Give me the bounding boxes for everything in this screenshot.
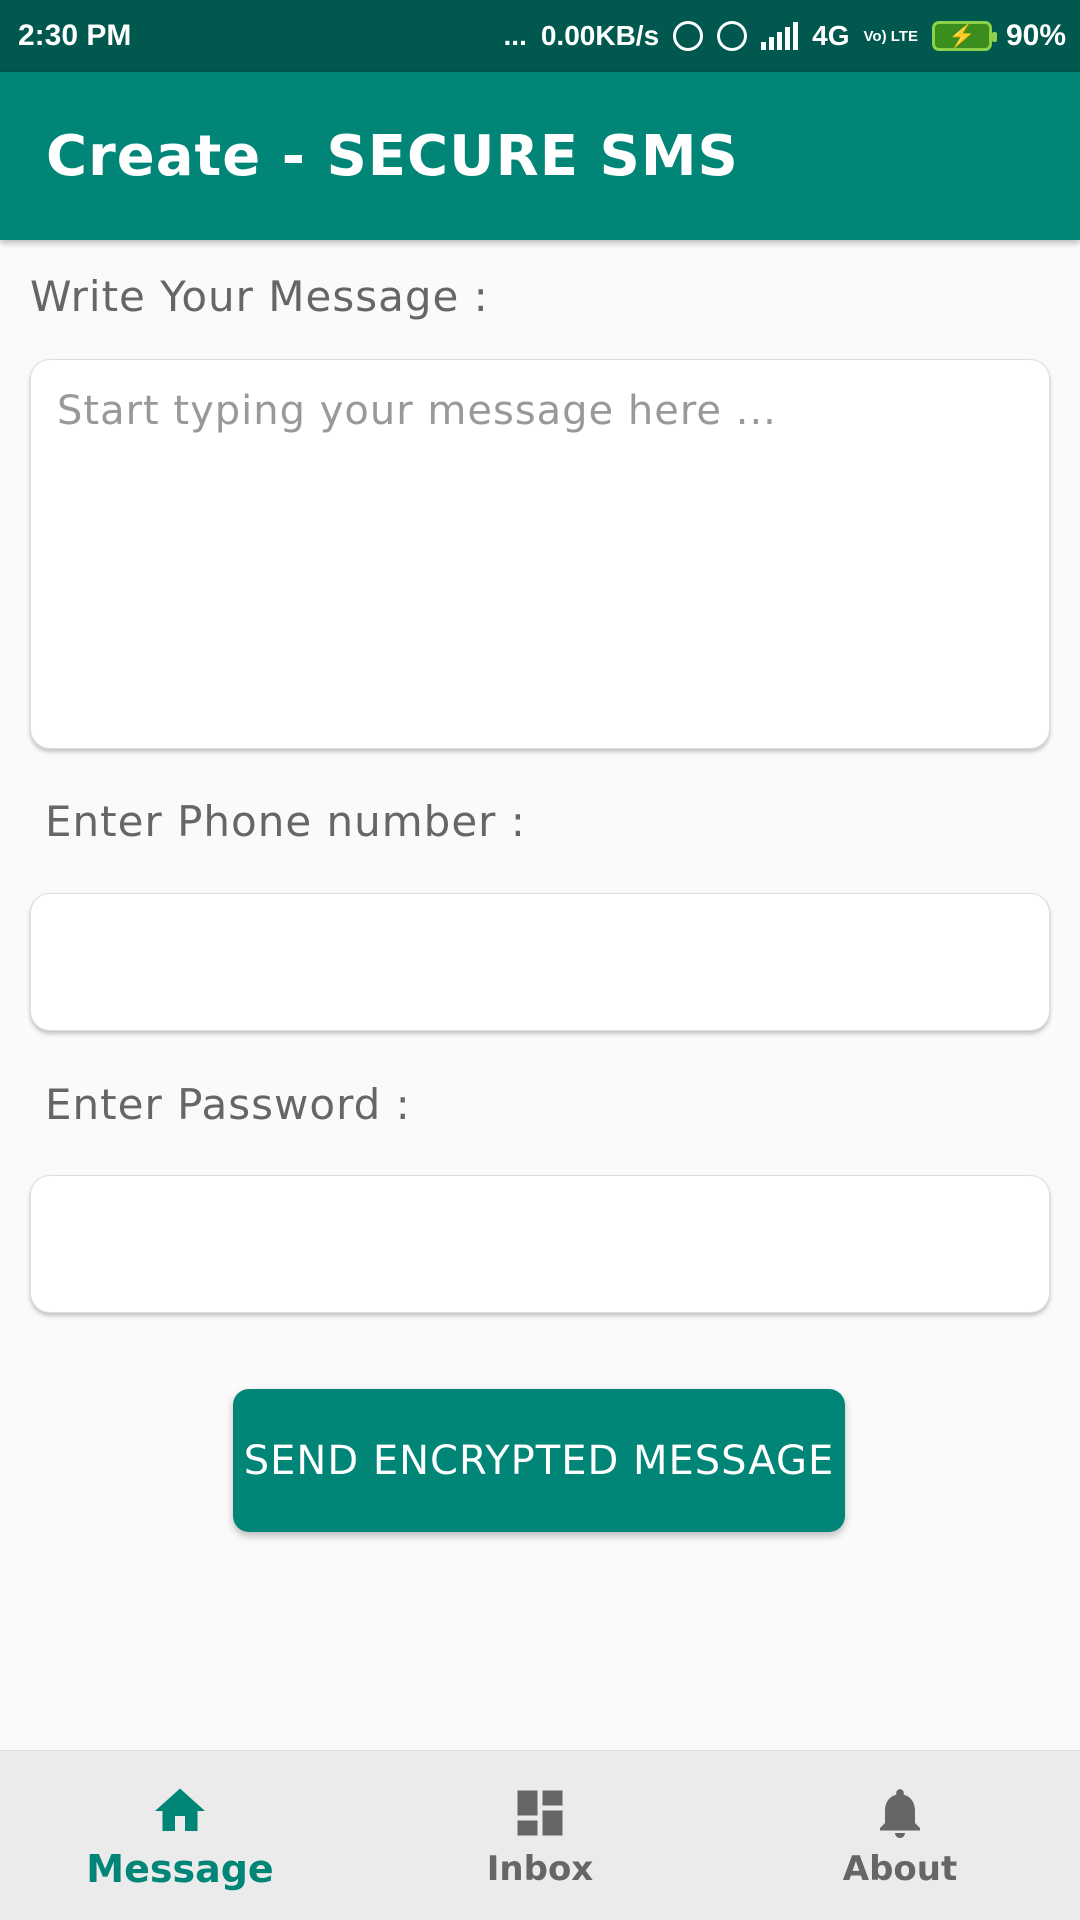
password-input[interactable] xyxy=(31,1176,1049,1312)
network-speed: 0.00KB/s xyxy=(540,20,660,51)
send-encrypted-message-button[interactable]: SEND ENCRYPTED MESSAGE xyxy=(233,1389,845,1532)
message-input[interactable] xyxy=(31,360,1049,748)
password-label: Enter Password : xyxy=(45,1080,411,1129)
nav-label-about: About xyxy=(842,1848,958,1889)
status-icons: ... 0.00KB/s 4G Vo) LTE ⚡ 90% xyxy=(504,19,1066,53)
nav-item-about[interactable]: About xyxy=(720,1751,1080,1920)
app-bar: Create - SECURE SMS xyxy=(0,72,1080,240)
dashboard-icon xyxy=(517,1790,563,1835)
battery-level: 90% xyxy=(1005,19,1066,52)
home-icon xyxy=(155,1788,205,1831)
hotspot-icon xyxy=(673,21,704,51)
network-type: 4G xyxy=(812,20,850,51)
signal-icon xyxy=(761,22,799,50)
nav-label-inbox: Inbox xyxy=(486,1848,594,1889)
volte-icon: Vo) LTE xyxy=(863,27,918,45)
battery-icon: ⚡ xyxy=(931,21,997,51)
status-bar: 2:30 PM ... 0.00KB/s 4G Vo) LTE ⚡ 90% xyxy=(0,0,1080,72)
bell-icon xyxy=(880,1788,920,1838)
message-field-container xyxy=(30,359,1050,749)
message-label: Write Your Message : xyxy=(30,272,489,321)
status-time: 2:30 PM xyxy=(18,19,132,52)
nav-item-inbox[interactable]: Inbox xyxy=(360,1751,720,1920)
phone-input[interactable] xyxy=(31,894,1049,1030)
nav-item-message[interactable]: Message xyxy=(0,1751,360,1920)
nav-label-message: Message xyxy=(86,1846,274,1891)
bottom-navigation: Message Inbox About xyxy=(0,1750,1080,1920)
password-field-container xyxy=(30,1175,1050,1313)
phone-field-container xyxy=(30,893,1050,1031)
phone-label: Enter Phone number : xyxy=(45,797,526,846)
page-title: Create - SECURE SMS xyxy=(46,123,739,189)
more-notifications-icon: ... xyxy=(503,20,527,51)
alarm-icon xyxy=(717,21,748,51)
